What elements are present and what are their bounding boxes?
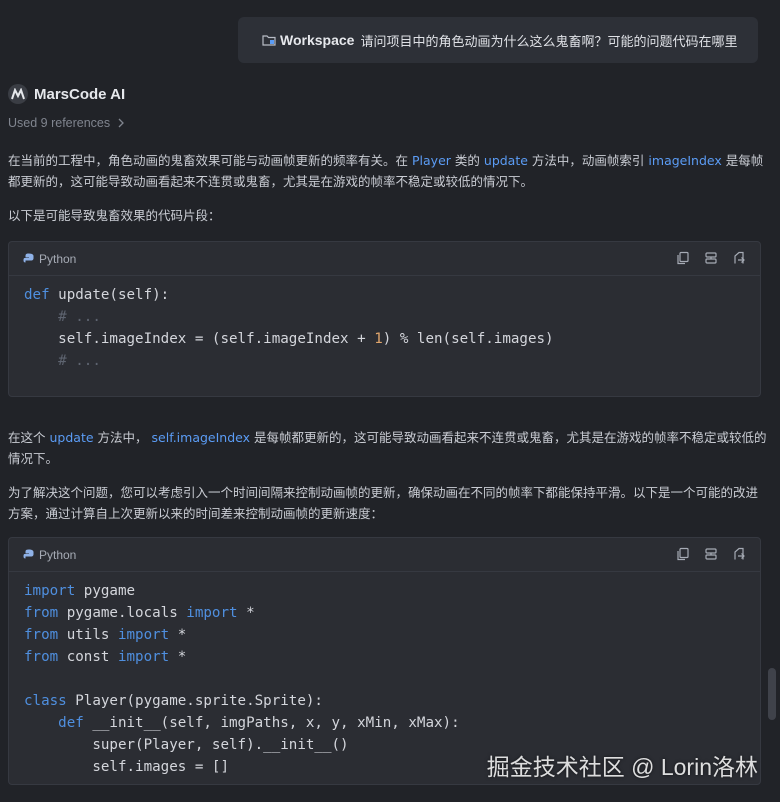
- text-segment: 方法中，: [97, 430, 148, 445]
- workspace-chip[interactable]: Workspace: [262, 32, 354, 48]
- apply-icon[interactable]: [732, 547, 746, 561]
- code-token: __init__(self, imgPaths, x, y, xMin, xMa…: [83, 715, 460, 731]
- workspace-chip-label: Workspace: [280, 32, 355, 48]
- inline-code-self-imageindex: self.imageIndex: [151, 430, 251, 445]
- watermark: 掘金技术社区 @ Lorin洛林: [486, 754, 758, 780]
- code-token: 1: [374, 331, 383, 347]
- text-segment: 方法中，动画帧索引: [531, 153, 645, 168]
- code-token: ) % len(self.images): [382, 331, 554, 347]
- text-segment: 在当前的工程中，角色动画的鬼畜效果可能与动画帧更新的频率有关。在: [8, 153, 409, 168]
- inline-code-update: update: [49, 430, 94, 445]
- answer-paragraph-4: 为了解决这个问题，您可以考虑引入一个时间间隔来控制动画帧的更新，确保动画在不同的…: [8, 485, 759, 521]
- insert-icon[interactable]: [704, 251, 718, 265]
- code-token: import: [186, 605, 238, 621]
- code-block-header: Python: [9, 538, 760, 572]
- references-link[interactable]: Used 9 references: [8, 116, 125, 130]
- code-token: from: [24, 649, 59, 665]
- code-token: self.imageIndex = (self.imageIndex +: [24, 331, 375, 347]
- python-icon: [23, 549, 34, 559]
- text-segment: 类的: [454, 153, 480, 168]
- inline-code-player: Player: [412, 153, 451, 168]
- answer-paragraph-1: 在当前的工程中，角色动画的鬼畜效果可能与动画帧更新的频率有关。在 Player …: [8, 150, 768, 192]
- code-line: import pygame: [24, 580, 745, 602]
- code-token: class: [24, 693, 67, 709]
- code-language-label: Python: [39, 547, 77, 562]
- code-token: from: [24, 605, 59, 621]
- code-block-body: def update(self): # ... self.imageIndex …: [9, 276, 760, 380]
- code-block-header: Python: [9, 242, 760, 276]
- code-token: *: [169, 649, 187, 665]
- user-message-text: 请问项目中的角色动画为什么这么鬼畜啊？可能的问题代码在哪里: [360, 34, 738, 50]
- code-token: pygame: [75, 583, 136, 599]
- code-line: self.imageIndex = (self.imageIndex + 1) …: [24, 328, 745, 350]
- python-icon: [23, 253, 34, 263]
- copy-icon[interactable]: [676, 251, 690, 265]
- code-token: const: [58, 649, 118, 665]
- code-line: # ...: [24, 350, 745, 372]
- text-segment: 在这个: [8, 430, 46, 445]
- code-block-1: Python def update(self): # ... self.imag…: [8, 241, 761, 397]
- copy-icon[interactable]: [676, 547, 690, 561]
- code-line: def __init__(self, imgPaths, x, y, xMin,…: [24, 712, 745, 734]
- references-label: Used 9 references: [8, 116, 111, 130]
- code-token: *: [237, 605, 255, 621]
- code-line: def update(self):: [24, 284, 745, 306]
- code-token: self.images = []: [24, 759, 229, 775]
- code-line: # ...: [24, 306, 745, 328]
- chevron-right-icon: [118, 118, 124, 128]
- code-token: # ...: [58, 353, 101, 369]
- answer-paragraph-3: 在这个 update 方法中， self.imageIndex 是每帧都更新的，…: [8, 427, 768, 469]
- user-message-bubble: Workspace 请问项目中的角色动画为什么这么鬼畜啊？可能的问题代码在哪里: [238, 17, 758, 63]
- code-token: pygame.locals: [58, 605, 187, 621]
- code-token: def: [24, 287, 50, 303]
- code-token: *: [169, 627, 187, 643]
- code-line: from pygame.locals import *: [24, 602, 745, 624]
- code-token: import: [117, 649, 170, 665]
- apply-icon[interactable]: [732, 251, 746, 265]
- code-actions: [676, 251, 746, 265]
- code-token: import: [24, 583, 76, 599]
- answer-paragraph-2: 以下是可能导致鬼畜效果的代码片段：: [8, 208, 221, 223]
- assistant-name: MarsCode AI: [34, 85, 126, 103]
- code-line: from utils import *: [24, 624, 745, 646]
- code-actions: [676, 547, 746, 561]
- code-token: utils: [58, 627, 118, 643]
- code-token: Player(pygame.sprite.Sprite):: [66, 693, 323, 709]
- code-line: class Player(pygame.sprite.Sprite):: [24, 690, 745, 712]
- marscode-logo-icon: [8, 84, 28, 104]
- folder-icon: [262, 35, 276, 46]
- code-line: from const import *: [24, 646, 745, 668]
- inline-code-update: update: [483, 153, 528, 168]
- code-token: from: [24, 627, 59, 643]
- scrollbar-thumb[interactable]: [768, 668, 776, 720]
- code-token: update(self):: [49, 287, 170, 303]
- code-token: def: [58, 715, 84, 731]
- assistant-header: MarsCode AI: [8, 84, 125, 104]
- code-token: # ...: [58, 309, 101, 325]
- code-token: import: [117, 627, 170, 643]
- code-token: super(Player, self).__init__(): [24, 737, 349, 753]
- insert-icon[interactable]: [704, 547, 718, 561]
- inline-code-imageindex: imageIndex: [648, 153, 722, 168]
- code-language-label: Python: [39, 251, 77, 266]
